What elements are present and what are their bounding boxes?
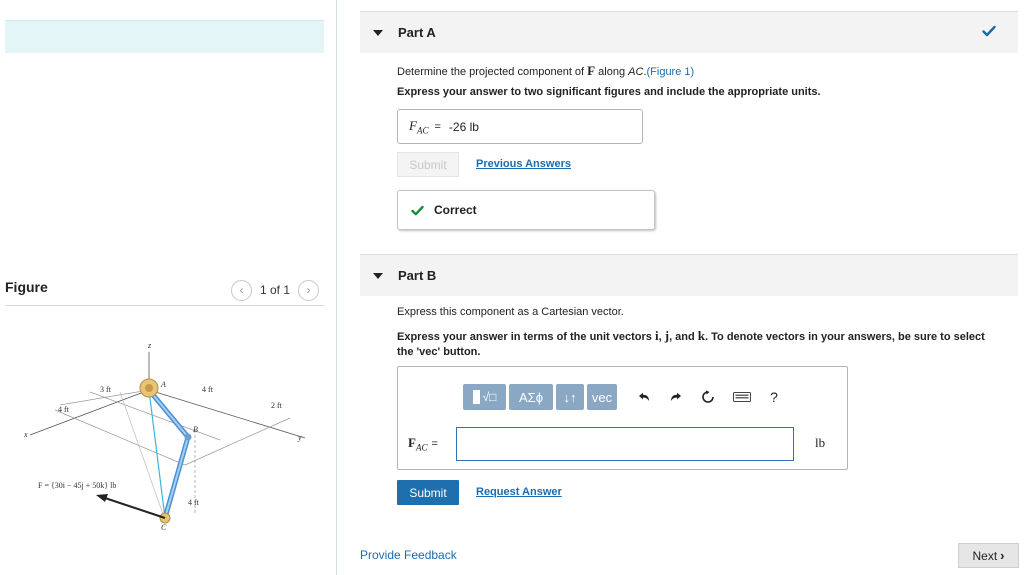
question-panel: Part A Determine the projected component… (360, 0, 1020, 575)
y-axis (148, 389, 306, 439)
reset-icon[interactable] (698, 387, 718, 407)
correct-label: Correct (434, 203, 477, 217)
force-arrowhead (96, 494, 108, 502)
answer-value: -26 lb (448, 119, 479, 134)
figure-nav: ‹ 1 of 1 › (231, 279, 320, 301)
label-3ft: 3 ft (100, 385, 112, 394)
label-4ft-vert: 4 ft (188, 498, 200, 507)
part-a-answer-field: FAC = -26 lb (397, 109, 643, 144)
request-answer-link[interactable]: Request Answer (476, 486, 562, 498)
pipe-bc-hl (164, 436, 189, 519)
part-b-question: Express this component as a Cartesian ve… (397, 306, 624, 318)
undo-icon[interactable] (634, 387, 654, 407)
part-a-submit-button: Submit (397, 152, 459, 177)
caret-down-icon[interactable] (373, 29, 383, 36)
figure-divider (5, 305, 324, 306)
label-x: x (23, 430, 28, 439)
template-block-icon (472, 390, 480, 404)
joint-b (184, 433, 192, 441)
math-editor: √□ AΣϕ ↓↑ vec ? FAC = lb (397, 366, 848, 470)
figure-count: 1 of 1 (260, 283, 291, 297)
unit-label: lb (815, 435, 826, 450)
correct-check-icon (411, 205, 424, 215)
chevron-left-icon[interactable]: ‹ (231, 279, 252, 301)
vector-answer-input[interactable] (456, 427, 794, 461)
check-icon (982, 25, 996, 37)
construction-line (184, 417, 291, 466)
part-b-submit-button[interactable]: Submit (397, 480, 459, 505)
redo-icon[interactable] (666, 387, 686, 407)
figure-diagram: z x y A B C 3 ft 4 ft 4 ft 2 ft 4 ft F =… (23, 341, 306, 532)
x-axis (29, 389, 150, 436)
part-a-label: Part A (398, 25, 436, 40)
answer-equals: = (434, 120, 441, 133)
keyboard-icon[interactable] (732, 387, 752, 407)
label-a: A (160, 380, 166, 389)
label-force: F = {30i − 45j + 50k} lb (38, 481, 116, 490)
help-button[interactable]: ? (764, 387, 784, 407)
part-b-label: Part B (398, 268, 437, 283)
figure-panel: Figure ‹ 1 of 1 › z x y A B C 3 ft 4 ft … (0, 0, 337, 575)
construction-line (54, 409, 186, 466)
force-arrow (101, 496, 166, 519)
editor-toolbar: √□ AΣϕ ↓↑ vec ? (463, 384, 784, 410)
figure-banner (5, 20, 324, 53)
greek-button[interactable]: AΣϕ (509, 384, 553, 410)
part-a-question: Determine the projected component of F a… (397, 63, 695, 78)
previous-answers-link[interactable]: Previous Answers (476, 158, 571, 170)
joint-a-inner (145, 384, 153, 392)
label-c: C (161, 523, 167, 532)
answer-variable: FAC (409, 117, 429, 136)
part-a-header[interactable]: Part A (360, 11, 1018, 53)
correct-feedback: Correct (397, 190, 655, 230)
chevron-right-icon: › (1000, 548, 1005, 563)
label-4ft-top: 4 ft (202, 385, 214, 394)
label-b: B (193, 425, 198, 434)
label-z: z (147, 341, 152, 350)
next-button[interactable]: Next › (958, 543, 1019, 568)
templates-button[interactable]: √□ (463, 384, 506, 410)
part-b-header[interactable]: Part B (360, 254, 1018, 296)
figure-title: Figure (5, 279, 48, 295)
part-b-instruction: Express your answer in terms of the unit… (397, 328, 985, 358)
caret-down-icon[interactable] (373, 272, 383, 279)
label-y: y (297, 433, 302, 442)
arrows-button[interactable]: ↓↑ (556, 384, 584, 410)
label-4ft-left: 4 ft (58, 405, 70, 414)
input-label: FAC = (408, 435, 438, 453)
figure-link[interactable]: (Figure 1) (647, 66, 695, 78)
label-2ft: 2 ft (271, 401, 283, 410)
pipe-ab-hl (148, 389, 189, 438)
vec-button[interactable]: vec (587, 384, 617, 410)
provide-feedback-link[interactable]: Provide Feedback (360, 548, 457, 562)
part-a-instruction: Express your answer to two significant f… (397, 86, 821, 98)
chevron-right-icon[interactable]: › (298, 279, 320, 301)
